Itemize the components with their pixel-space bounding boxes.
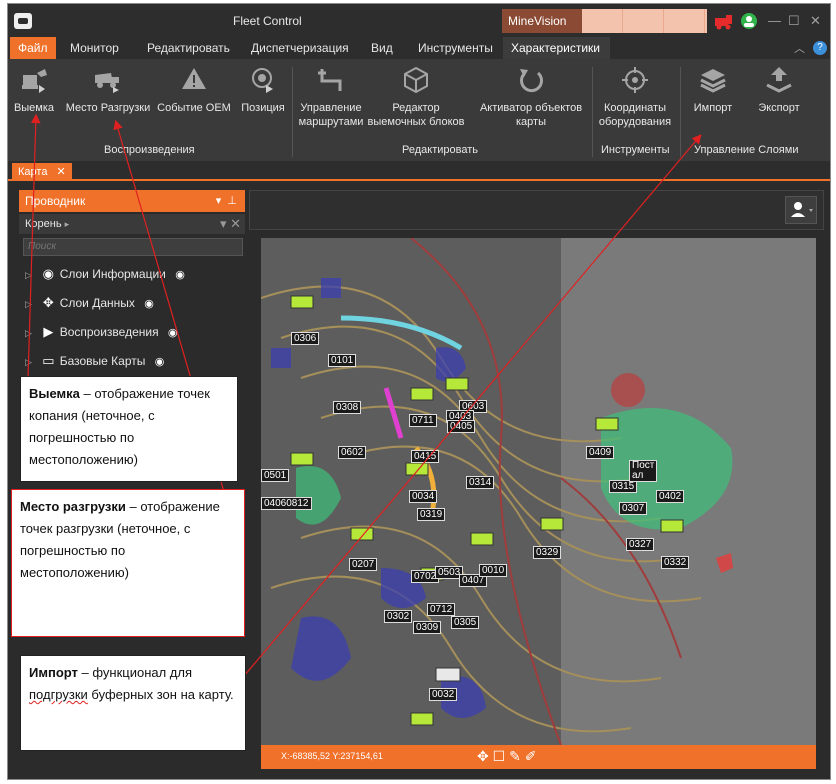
callout-term: Импорт: [29, 665, 78, 680]
callout-term: Место разгрузки: [20, 499, 126, 514]
callout-dump-location: Место разгрузки – отображение точек разг…: [11, 489, 245, 637]
callout-import: Импорт – функционал для подгрузки буферн…: [20, 655, 246, 751]
callout-text-underlined: подгрузки: [29, 687, 88, 702]
callout-term: Выемка: [29, 386, 80, 401]
callout-text: буферных зон на карту.: [87, 687, 234, 702]
callout-text: – функционал для: [77, 665, 193, 680]
callout-excavation: Выемка – отображение точек копания (нето…: [20, 376, 238, 482]
